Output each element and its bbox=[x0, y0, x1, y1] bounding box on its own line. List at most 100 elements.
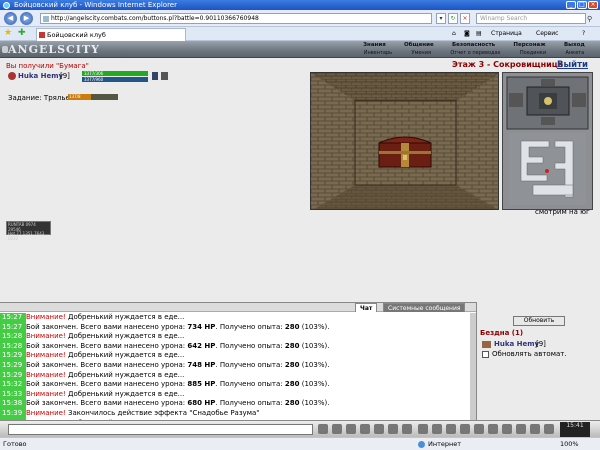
settings-icon[interactable] bbox=[402, 424, 412, 434]
info-book-icon[interactable] bbox=[152, 72, 158, 80]
refresh-button[interactable]: Обновить bbox=[513, 316, 565, 326]
chat-text: Внимание! Добренький нуждается в еде... bbox=[26, 389, 185, 398]
chat-text: Внимание! Добренький нуждается в еде... bbox=[26, 332, 185, 341]
fight-icon[interactable] bbox=[388, 424, 398, 434]
room-user-name[interactable]: Huka Hemy bbox=[494, 340, 539, 348]
chat-time[interactable]: 15:39 bbox=[0, 408, 26, 419]
clear-chat-icon[interactable] bbox=[318, 424, 328, 434]
chat-time[interactable]: 15:29 bbox=[0, 351, 26, 361]
turn-left-icon[interactable] bbox=[509, 93, 523, 107]
clan-icon[interactable] bbox=[502, 424, 512, 434]
chat-time[interactable]: 15:32 bbox=[0, 380, 26, 390]
chat-time[interactable]: 15:27 bbox=[0, 313, 26, 323]
url-field[interactable]: http://angelscity.combats.com/buttons.pl… bbox=[40, 13, 432, 24]
tools-menu[interactable]: Сервис bbox=[536, 30, 558, 37]
auto-refresh-option[interactable]: Обновлять автомат. bbox=[482, 350, 567, 358]
auto-refresh-checkbox[interactable] bbox=[482, 350, 489, 358]
turn-right-icon[interactable] bbox=[572, 93, 586, 107]
character-name[interactable]: Huka Hemy bbox=[18, 72, 63, 80]
map-icon[interactable] bbox=[488, 424, 498, 434]
menu-communication[interactable]: Общение bbox=[404, 42, 434, 49]
task-progress-bar: 137/8 bbox=[68, 94, 118, 100]
feeds-icon[interactable]: ◙ bbox=[464, 30, 470, 37]
minimap-panel bbox=[502, 72, 593, 210]
minimize-button[interactable]: _ bbox=[566, 1, 576, 9]
back-arrow-icon[interactable] bbox=[541, 117, 555, 125]
search-icon[interactable]: ⚲ bbox=[587, 14, 597, 24]
menu-security[interactable]: Безопасность bbox=[452, 42, 495, 49]
chat-input[interactable] bbox=[8, 424, 313, 435]
exit-link[interactable]: Выйти bbox=[557, 60, 588, 70]
walk-icon[interactable] bbox=[374, 424, 384, 434]
quest-icon[interactable] bbox=[544, 424, 554, 434]
dungeon-view[interactable] bbox=[310, 72, 499, 210]
help-icon[interactable]: ? bbox=[582, 30, 585, 37]
minimap[interactable] bbox=[503, 73, 592, 209]
game-sub-menu: Инвентарь Умения Отчет о переводах Поеди… bbox=[354, 50, 594, 57]
filter-icon[interactable] bbox=[360, 424, 370, 434]
chat-time[interactable]: 15:38 bbox=[0, 399, 26, 409]
room-name: Бездна (1) bbox=[480, 329, 524, 337]
game-main-menu: Знания Общение Безопасность Персонаж Вых… bbox=[354, 42, 594, 49]
menu-character[interactable]: Персонаж bbox=[513, 42, 545, 49]
room-user-level: [9] bbox=[536, 340, 546, 348]
music-icon[interactable] bbox=[446, 424, 456, 434]
tab-chat[interactable]: Чат bbox=[355, 303, 378, 312]
search-input[interactable]: Winamp Search ⚲ bbox=[476, 13, 592, 24]
chat-time[interactable]: 15:28 bbox=[0, 341, 26, 352]
forward-button[interactable]: ▶ bbox=[20, 12, 33, 25]
favorites-star-icon[interactable]: ★ bbox=[4, 28, 12, 38]
add-favorite-icon[interactable]: ✚ bbox=[18, 28, 26, 38]
floor-title: Этаж 3 - Сокровищница bbox=[452, 60, 564, 69]
chat-time[interactable]: 15:29 bbox=[0, 370, 26, 381]
menu-knowledge[interactable]: Знания bbox=[363, 42, 386, 49]
rules-icon[interactable] bbox=[474, 424, 484, 434]
submenu-inventory[interactable]: Инвентарь bbox=[364, 50, 392, 57]
private-message-icon[interactable] bbox=[482, 341, 491, 348]
chat-line: 15:38 Бой закончен. Всего вами нанесено у… bbox=[0, 399, 470, 409]
chat-time[interactable]: 15:29 bbox=[0, 360, 26, 371]
translit-icon[interactable] bbox=[346, 424, 356, 434]
tab-favicon bbox=[39, 32, 45, 38]
game-body: Вы получили "Бумага" Huka Hemy [9] 3377/… bbox=[0, 58, 600, 302]
sound-icon[interactable] bbox=[418, 424, 428, 434]
submenu-skills[interactable]: Умения bbox=[412, 50, 431, 57]
close-button[interactable]: × bbox=[588, 1, 598, 9]
submenu-profile[interactable]: Анкета bbox=[565, 50, 584, 57]
treasure-chest-icon[interactable] bbox=[378, 136, 432, 168]
zoom-level[interactable]: 100% bbox=[560, 438, 579, 450]
smiles-icon[interactable] bbox=[332, 424, 342, 434]
chat-time[interactable]: 15:27 bbox=[0, 322, 26, 333]
info-icon[interactable] bbox=[460, 424, 470, 434]
character-avatar-icon[interactable] bbox=[8, 72, 16, 80]
forward-arrow-icon[interactable] bbox=[541, 79, 555, 86]
task-label: Задание: Трялье bbox=[8, 94, 70, 102]
mail-icon[interactable] bbox=[516, 424, 526, 434]
chat-time[interactable]: 15:33 bbox=[0, 389, 26, 400]
submenu-transfers[interactable]: Отчет о переводах bbox=[450, 50, 500, 57]
stop-icon[interactable]: × bbox=[460, 13, 470, 24]
home-icon[interactable]: ⌂ bbox=[452, 30, 456, 37]
chat-line: 15:27 Внимание! Добренький нуждается в ед… bbox=[0, 313, 470, 323]
refresh-icon[interactable]: ↻ bbox=[448, 13, 458, 24]
site-counter[interactable]: RUNTAB 0974 29546 Hot 77 1351 7643 0222 bbox=[6, 221, 51, 240]
compat-icon[interactable]: ▾ bbox=[436, 13, 446, 24]
chat-line: 15:28 Бой закончен. Всего вами нанесено у… bbox=[0, 341, 470, 352]
friends-icon[interactable] bbox=[530, 424, 540, 434]
submenu-fights[interactable]: Поединки bbox=[520, 50, 546, 57]
tab-row: ★ ✚ Бойцовский клуб ⌂ ◙ ▤ Страница Серви… bbox=[0, 27, 600, 41]
menu-exit[interactable]: Выход bbox=[564, 42, 585, 49]
page-menu[interactable]: Страница bbox=[491, 30, 522, 37]
print-icon[interactable]: ▤ bbox=[476, 30, 482, 37]
lock-icon[interactable] bbox=[432, 424, 442, 434]
shield-icon[interactable] bbox=[161, 72, 168, 80]
chat-time[interactable]: 15:28 bbox=[0, 332, 26, 342]
game-clock: 15:41 bbox=[560, 422, 590, 437]
tab-system-messages[interactable]: Системные сообщения bbox=[383, 303, 466, 312]
back-button[interactable]: ◀ bbox=[4, 12, 17, 25]
chat-text: Бой закончен. Всего вами нанесено урона:… bbox=[26, 341, 330, 350]
tab-active[interactable]: Бойцовский клуб bbox=[36, 28, 186, 41]
chat-log: 15:27 Внимание! Добренький нуждается в ед… bbox=[0, 313, 470, 438]
look-direction: смотрим на юг bbox=[535, 208, 590, 216]
maximize-button[interactable]: □ bbox=[577, 1, 587, 9]
